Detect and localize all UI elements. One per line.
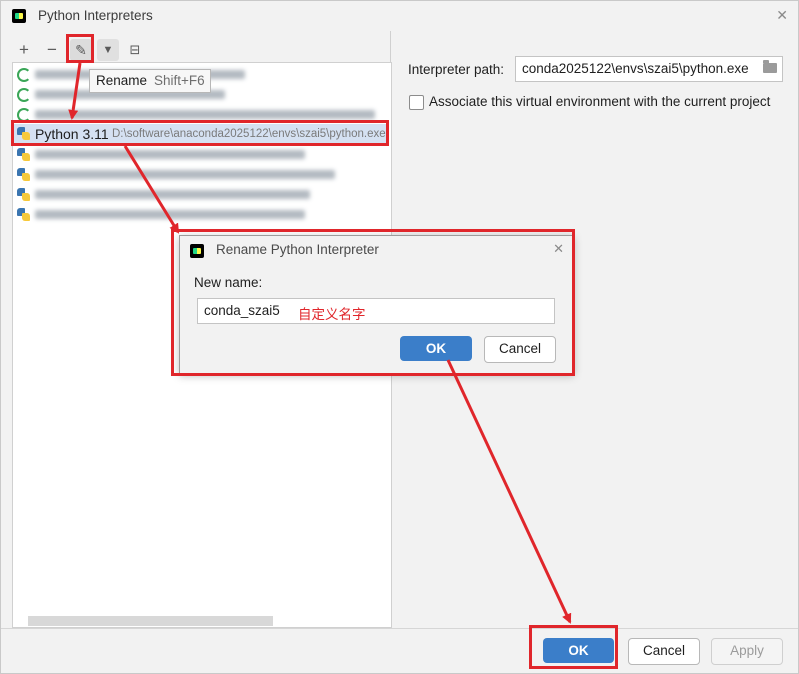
associate-checkbox[interactable] [409, 95, 424, 110]
list-item[interactable] [13, 185, 391, 205]
rename-tooltip: Rename Shift+F6 [89, 69, 211, 93]
python-icon [17, 208, 30, 221]
python-icon [17, 168, 30, 181]
horizontal-scrollbar[interactable] [28, 616, 273, 626]
title-bar: Python Interpreters ✕ [1, 1, 798, 31]
tooltip-shortcut: Shift+F6 [154, 73, 205, 88]
blurred-text [35, 110, 375, 119]
list-item[interactable] [13, 165, 391, 185]
blurred-text [35, 150, 305, 159]
tooltip-label: Rename [96, 73, 148, 88]
cancel-button[interactable]: Cancel [628, 638, 700, 665]
close-icon[interactable]: ✕ [776, 7, 788, 24]
interpreter-path-value: conda2025122\envs\szai5\python.exe [522, 61, 749, 76]
folder-icon[interactable] [763, 60, 777, 73]
tree-view-icon[interactable]: ⊟ [124, 39, 146, 61]
window-title: Python Interpreters [38, 8, 153, 23]
blurred-text [35, 190, 310, 199]
python-icon [17, 148, 30, 161]
list-item[interactable] [13, 205, 391, 225]
apply-button[interactable]: Apply [711, 638, 783, 665]
rename-button-highlight [66, 34, 94, 63]
add-interpreter-button[interactable]: + [13, 39, 35, 61]
blurred-text [35, 170, 335, 179]
python-icon [17, 188, 30, 201]
pycharm-app-icon [12, 9, 26, 23]
associate-checkbox-label[interactable]: Associate this virtual environment with … [429, 94, 770, 109]
ok-button-highlight [529, 625, 618, 669]
list-item[interactable] [13, 145, 391, 165]
selected-row-highlight [11, 120, 389, 146]
interpreter-path-label: Interpreter path: [408, 62, 505, 77]
loading-icon [17, 68, 31, 82]
remove-interpreter-button[interactable]: − [41, 39, 63, 61]
filter-icon[interactable]: ▼ [97, 39, 119, 61]
dialog-highlight [171, 229, 575, 376]
loading-icon [17, 88, 31, 102]
blurred-text [35, 210, 305, 219]
footer-divider [1, 628, 798, 629]
interpreter-path-field[interactable]: conda2025122\envs\szai5\python.exe [515, 56, 783, 82]
